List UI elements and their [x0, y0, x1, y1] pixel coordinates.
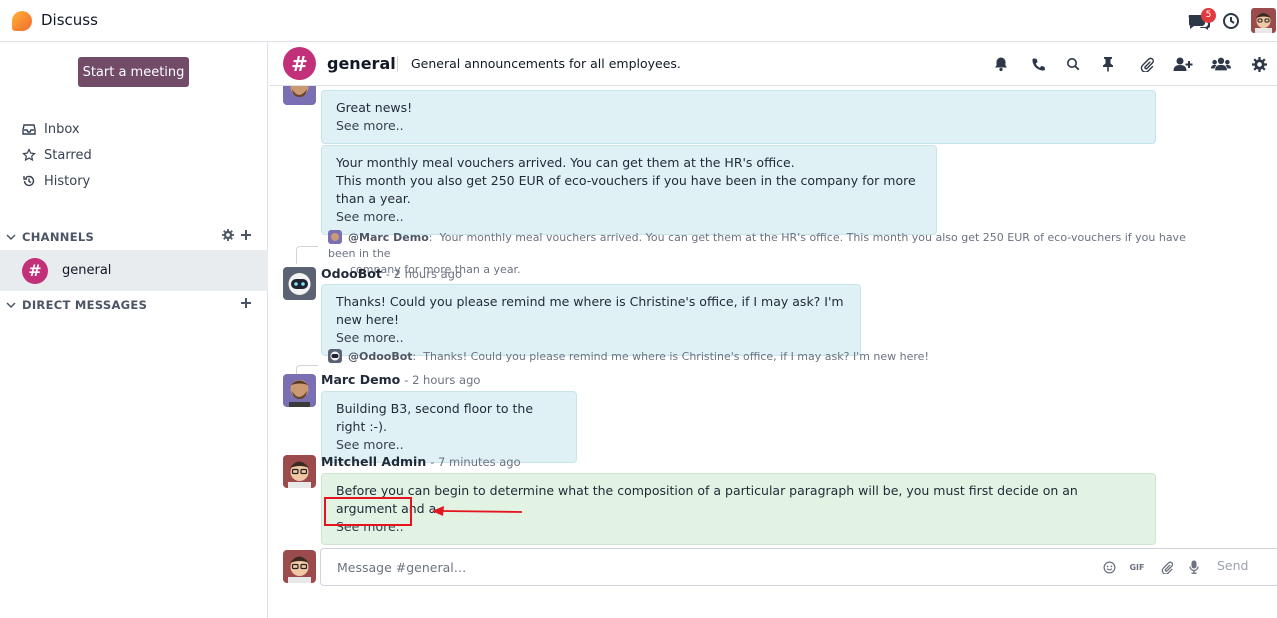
message-time: - 2 hours ago: [404, 373, 481, 387]
sidebar-item-label: Starred: [44, 147, 92, 163]
message-text: Thanks! Could you please remind me where…: [336, 294, 844, 327]
sidebar-channel-general[interactable]: # general: [0, 250, 268, 291]
reply-author: @Marc Demo: [348, 231, 429, 244]
sidebar-item-inbox[interactable]: Inbox: [22, 119, 80, 139]
reply-text: Thanks! Could you please remind me where…: [423, 350, 929, 363]
annotation-arrow-icon: [432, 506, 523, 516]
message-bubble: Your monthly meal vouchers arrived. You …: [321, 145, 937, 235]
settings-gear-icon[interactable]: [1249, 54, 1269, 74]
chevron-down-icon: [6, 234, 16, 241]
reply-reference[interactable]: @OdooBot: Thanks! Could you please remin…: [328, 349, 1208, 365]
marc-demo-avatar[interactable]: [283, 374, 316, 407]
inbox-icon: [22, 124, 36, 135]
user-avatar[interactable]: [1251, 8, 1276, 33]
channel-name: general: [62, 263, 112, 278]
see-more-link[interactable]: See more..: [336, 436, 562, 454]
sidebar-item-starred[interactable]: Starred: [22, 145, 92, 165]
message-header: Mitchell Admin - 7 minutes ago: [321, 454, 521, 469]
voice-microphone-icon[interactable]: [1186, 559, 1202, 575]
attach-paperclip-icon[interactable]: [1159, 559, 1175, 575]
top-bar: Discuss 5: [0, 0, 1277, 42]
composer-avatar: [283, 550, 316, 583]
pinned-messages-thumbtack-icon[interactable]: [1098, 54, 1118, 74]
message-avatar[interactable]: [283, 86, 316, 105]
gif-icon[interactable]: GIF: [1129, 559, 1145, 575]
reply-connector: [296, 246, 318, 264]
channel-title[interactable]: general: [327, 54, 396, 73]
discuss-logo-icon[interactable]: [12, 11, 32, 31]
sidebar-item-label: Inbox: [44, 121, 80, 137]
message-author[interactable]: OdooBot: [321, 266, 382, 281]
highlight-box: [324, 497, 412, 526]
channel-description[interactable]: General announcements for all employees.: [411, 56, 681, 71]
message-time: - 2 hours ago: [385, 267, 462, 281]
see-more-link[interactable]: See more..: [336, 518, 1141, 536]
message-header: OdooBot - 2 hours ago: [321, 266, 462, 281]
see-more-link[interactable]: See more..: [336, 117, 1141, 135]
add-channel-plus-icon[interactable]: [240, 229, 252, 241]
add-dm-plus-icon[interactable]: [240, 297, 252, 309]
search-icon[interactable]: [1063, 54, 1083, 74]
emoji-smile-icon[interactable]: [1101, 559, 1117, 575]
see-more-link[interactable]: See more..: [336, 329, 846, 347]
reply-author: @OdooBot: [348, 350, 413, 363]
chevron-down-icon: [6, 302, 16, 309]
mitchell-admin-avatar[interactable]: [283, 455, 316, 488]
reply-text: Your monthly meal vouchers arrived. You …: [328, 231, 1186, 260]
channel-avatar-hash-icon: #: [283, 47, 316, 80]
header-divider: [397, 56, 398, 72]
history-icon: [23, 175, 35, 187]
see-more-link[interactable]: See more..: [336, 208, 922, 226]
activity-clock-icon[interactable]: [1222, 12, 1240, 30]
app-title[interactable]: Discuss: [41, 11, 98, 29]
message-time: - 7 minutes ago: [430, 455, 521, 469]
phone-call-icon[interactable]: [1028, 54, 1048, 74]
members-users-icon[interactable]: [1211, 54, 1231, 74]
message-text: Your monthly meal vouchers arrived. You …: [336, 155, 795, 170]
odoobot-avatar[interactable]: [283, 267, 316, 300]
add-member-user-plus-icon[interactable]: [1173, 54, 1193, 74]
channels-label: CHANNELS: [22, 230, 95, 244]
direct-messages-label: DIRECT MESSAGES: [22, 298, 148, 312]
message-bubble: Great news! See more..: [321, 90, 1156, 144]
channels-section-header[interactable]: CHANNELS: [0, 224, 268, 250]
sidebar: Start a meeting Inbox Starred History CH…: [0, 42, 268, 618]
notification-bell-icon[interactable]: [991, 54, 1011, 74]
notification-badge: 5: [1201, 8, 1216, 23]
direct-messages-section-header[interactable]: DIRECT MESSAGES: [0, 292, 268, 318]
message-text: Building B3, second floor to the right :…: [336, 401, 534, 434]
channel-settings-gear-icon[interactable]: [222, 229, 234, 241]
message-composer: GIF Send: [320, 548, 1277, 586]
reply-avatar: [328, 349, 342, 363]
message-thread[interactable]: Great news! See more.. Your monthly meal…: [269, 86, 1277, 546]
message-author[interactable]: Marc Demo: [321, 372, 400, 387]
send-button[interactable]: Send: [1217, 558, 1248, 573]
message-bubble: Building B3, second floor to the right :…: [321, 391, 577, 463]
attachment-paperclip-icon[interactable]: [1137, 54, 1157, 74]
message-author[interactable]: Mitchell Admin: [321, 454, 426, 469]
message-input[interactable]: [321, 549, 1081, 585]
star-icon: [22, 148, 36, 162]
sidebar-item-label: History: [44, 173, 91, 189]
channel-hash-icon: #: [22, 257, 48, 284]
reply-avatar: [328, 230, 342, 244]
start-meeting-button[interactable]: Start a meeting: [78, 57, 189, 87]
message-bubble: Thanks! Could you please remind me where…: [321, 284, 861, 356]
message-text: This month you also get 250 EUR of eco-v…: [336, 173, 916, 206]
channel-header: # general General announcements for all …: [269, 42, 1277, 86]
sidebar-item-history[interactable]: History: [22, 171, 90, 191]
message-header: Marc Demo - 2 hours ago: [321, 372, 480, 387]
message-text: Great news!: [336, 100, 413, 115]
